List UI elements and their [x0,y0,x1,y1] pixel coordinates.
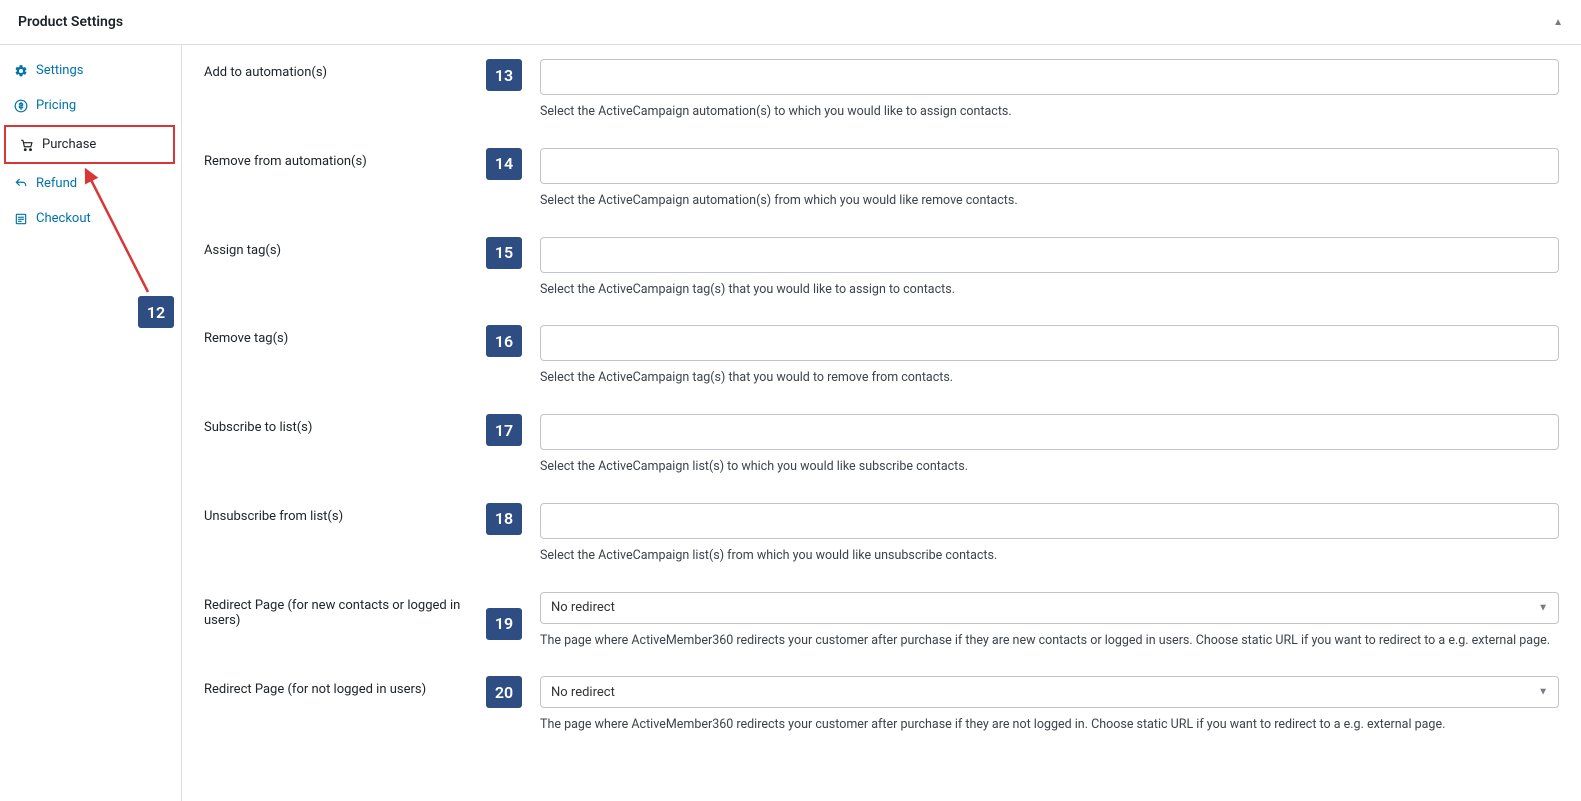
chevron-down-icon: ▼ [1538,687,1548,698]
field-remove-automation: Remove from automation(s) 14 Select the … [204,148,1559,211]
field-subscribe-lists: Subscribe to list(s) 17 Select the Activ… [204,414,1559,477]
field-redirect-new: Redirect Page (for new contacts or logge… [204,592,1559,651]
unsubscribe-lists-input[interactable] [540,503,1559,539]
field-label: Assign tag(s) [204,237,486,258]
dollar-icon [14,99,28,113]
select-value: No redirect [551,685,615,700]
annotation-number-13: 13 [486,59,522,91]
field-remove-tags: Remove tag(s) 16 Select the ActiveCampai… [204,325,1559,388]
return-icon [14,177,28,191]
field-add-automation: Add to automation(s) 13 Select the Activ… [204,59,1559,122]
field-label: Add to automation(s) [204,59,486,80]
sidebar-item-pricing[interactable]: Pricing [0,88,181,123]
field-help: Select the ActiveCampaign tag(s) that yo… [540,281,1559,300]
field-help: Select the ActiveCampaign tag(s) that yo… [540,369,1559,388]
field-label: Remove tag(s) [204,325,486,346]
field-help: The page where ActiveMember360 redirects… [540,632,1559,651]
annotation-number-16: 16 [486,325,522,357]
field-label: Redirect Page (for not logged in users) [204,676,486,697]
annotation-number-14: 14 [486,148,522,180]
annotation-number-15: 15 [486,237,522,269]
assign-tags-input[interactable] [540,237,1559,273]
field-help: The page where ActiveMember360 redirects… [540,716,1559,735]
collapse-icon[interactable]: ▲ [1553,17,1563,28]
select-value: No redirect [551,600,615,615]
subscribe-lists-input[interactable] [540,414,1559,450]
field-help: Select the ActiveCampaign automation(s) … [540,192,1559,211]
panel-title: Product Settings [18,14,123,30]
redirect-new-select[interactable]: No redirect ▼ [540,592,1559,624]
annotation-number-12: 12 [138,296,174,328]
remove-tags-input[interactable] [540,325,1559,361]
field-label: Redirect Page (for new contacts or logge… [204,592,486,628]
field-assign-tags: Assign tag(s) 15 Select the ActiveCampai… [204,237,1559,300]
sidebar-item-label: Refund [36,176,77,191]
field-unsubscribe-lists: Unsubscribe from list(s) 18 Select the A… [204,503,1559,566]
sidebar-item-label: Settings [36,63,83,78]
annotation-number-18: 18 [486,503,522,535]
sidebar-item-settings[interactable]: Settings [0,53,181,88]
field-label: Subscribe to list(s) [204,414,486,435]
field-label: Unsubscribe from list(s) [204,503,486,524]
sidebar-item-checkout[interactable]: Checkout [0,201,181,236]
annotation-number-17: 17 [486,414,522,446]
remove-automation-input[interactable] [540,148,1559,184]
annotation-number-20: 20 [486,676,522,708]
sidebar-item-label: Checkout [36,211,91,226]
chevron-down-icon: ▼ [1538,602,1548,613]
field-help: Select the ActiveCampaign automation(s) … [540,103,1559,122]
sidebar-item-label: Pricing [36,98,76,113]
field-redirect-notlogged: Redirect Page (for not logged in users) … [204,676,1559,735]
sidebar-item-purchase[interactable]: Purchase [4,125,175,164]
redirect-notlogged-select[interactable]: No redirect ▼ [540,676,1559,708]
sidebar-item-label: Purchase [42,137,96,152]
gear-icon [14,64,28,78]
field-help: Select the ActiveCampaign list(s) to whi… [540,458,1559,477]
product-settings-panel: Product Settings ▲ Settings Pricing [0,0,1581,801]
panel-header: Product Settings ▲ [0,0,1581,45]
list-icon [14,212,28,226]
panel-body: Settings Pricing Purchase [0,45,1581,801]
field-help: Select the ActiveCampaign list(s) from w… [540,547,1559,566]
cart-icon [20,138,34,152]
sidebar-item-refund[interactable]: Refund [0,166,181,201]
sidebar: Settings Pricing Purchase [0,45,182,801]
main-form: Add to automation(s) 13 Select the Activ… [182,45,1581,801]
field-label: Remove from automation(s) [204,148,486,169]
annotation-number-19: 19 [486,608,522,640]
add-automation-input[interactable] [540,59,1559,95]
